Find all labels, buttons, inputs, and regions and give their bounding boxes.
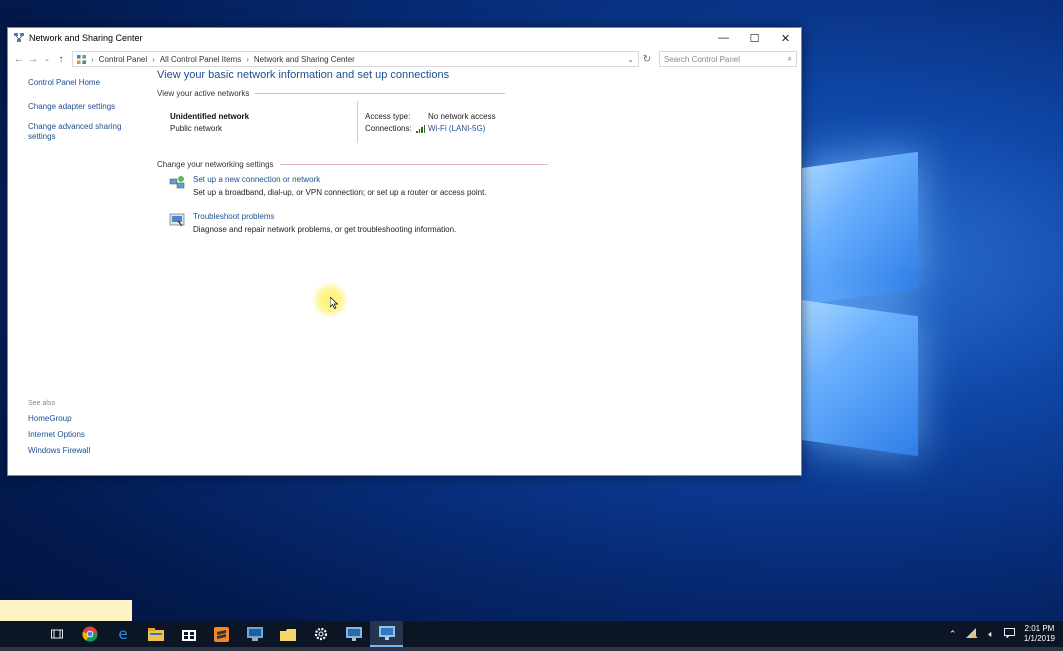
windows-firewall-link[interactable]: Windows Firewall xyxy=(28,446,90,455)
breadcrumb-control-panel[interactable]: Control Panel xyxy=(99,55,147,64)
forward-arrow-icon[interactable]: → xyxy=(26,54,40,65)
clock-date: 1/1/2019 xyxy=(1023,634,1055,643)
main-panel: View your basic network information and … xyxy=(157,69,787,247)
minimize-button[interactable]: — xyxy=(708,28,739,48)
access-type-label: Access type: xyxy=(365,112,411,121)
refresh-icon[interactable]: ↻ xyxy=(639,54,655,65)
active-networks-label: View your active networks xyxy=(157,89,250,98)
homegroup-link[interactable]: HomeGroup xyxy=(28,414,90,423)
volume-icon[interactable]: 🔈︎ xyxy=(988,629,993,640)
breadcrumb-network-center[interactable]: Network and Sharing Center xyxy=(254,55,355,64)
setup-connection-task: Set up a new connection or network Set u… xyxy=(157,173,787,210)
troubleshoot-task: Troubleshoot problems Diagnose and repai… xyxy=(157,210,787,247)
taskbar-clock[interactable]: 2:01 PM 1/1/2019 xyxy=(1024,624,1055,644)
sublime-text-icon[interactable] xyxy=(205,621,238,647)
troubleshoot-icon xyxy=(169,213,185,227)
address-bar[interactable]: › Control Panel › All Control Panel Item… xyxy=(72,51,639,67)
network-warning-icon[interactable] xyxy=(966,628,978,640)
task-view-icon[interactable] xyxy=(40,621,73,647)
up-arrow-icon[interactable]: ↑ xyxy=(54,54,68,65)
mouse-cursor-icon xyxy=(330,297,338,309)
control-panel-taskbar-icon[interactable] xyxy=(370,621,403,647)
access-type-value: No network access xyxy=(428,112,496,121)
setup-connection-link[interactable]: Set up a new connection or network xyxy=(193,175,320,184)
left-nav: Control Panel Home Change adapter settin… xyxy=(28,78,138,152)
notification-icon[interactable] xyxy=(1003,628,1015,640)
troubleshoot-link[interactable]: Troubleshoot problems xyxy=(193,212,275,221)
network-type: Public network xyxy=(170,124,223,133)
remote-desktop-icon[interactable] xyxy=(337,621,370,647)
crumb-separator-icon: › xyxy=(152,54,155,64)
setup-connection-desc: Set up a broadband, dial-up, or VPN conn… xyxy=(193,188,487,197)
search-input[interactable]: Search Control Panel ⌕ xyxy=(659,51,797,67)
network-sharing-window: Network and Sharing Center — ☐ ✕ ← → ⌄ ↑… xyxy=(7,27,802,476)
folder-icon[interactable] xyxy=(271,621,304,647)
network-app-icon[interactable] xyxy=(238,621,271,647)
divider xyxy=(357,101,358,143)
svg-text:e: e xyxy=(118,626,127,642)
change-settings-label: Change your networking settings xyxy=(157,160,274,169)
wifi-connection-link[interactable]: Wi-Fi (LANI-5G) xyxy=(416,124,485,133)
internet-options-link[interactable]: Internet Options xyxy=(28,430,90,439)
logo-pane-bottom xyxy=(800,299,918,457)
title-bar[interactable]: Network and Sharing Center — ☐ ✕ xyxy=(8,28,801,48)
recent-chevron-icon[interactable]: ⌄ xyxy=(40,55,54,63)
back-arrow-icon[interactable]: ← xyxy=(12,54,26,65)
tray-chevron-icon[interactable]: ⌃ xyxy=(949,629,957,640)
connections-label: Connections: xyxy=(365,124,412,133)
new-connection-icon xyxy=(169,176,185,189)
logo-pane-top xyxy=(800,151,918,306)
content-area: Control Panel Home Change adapter settin… xyxy=(8,69,801,472)
settings-gear-icon[interactable] xyxy=(304,621,337,647)
maximize-button[interactable]: ☐ xyxy=(739,28,770,48)
active-networks-section: View your active networks xyxy=(157,89,787,98)
control-panel-home-link[interactable]: Control Panel Home xyxy=(28,78,138,88)
change-advanced-sharing-link[interactable]: Change advanced sharing settings xyxy=(28,122,138,142)
change-adapter-settings-link[interactable]: Change adapter settings xyxy=(28,102,138,112)
tooltip-strip xyxy=(0,600,132,621)
troubleshoot-desc: Diagnose and repair network problems, or… xyxy=(193,225,457,234)
network-name: Unidentified network xyxy=(170,112,250,121)
window-title: Network and Sharing Center xyxy=(29,33,143,43)
network-center-icon xyxy=(14,33,24,42)
store-icon[interactable] xyxy=(172,621,205,647)
edge-icon[interactable]: e xyxy=(106,621,139,647)
divider xyxy=(279,164,548,165)
active-network-card: Unidentified network Public network Acce… xyxy=(157,98,787,150)
bottom-strip xyxy=(0,647,1063,651)
page-title: View your basic network information and … xyxy=(157,69,450,81)
system-tray: ⌃ 🔈︎ 2:01 PM 1/1/2019 xyxy=(944,624,1063,644)
wifi-connection-name: Wi-Fi (LANI-5G) xyxy=(428,124,486,133)
search-placeholder: Search Control Panel xyxy=(664,54,741,64)
wifi-signal-icon xyxy=(416,124,425,133)
address-row: ← → ⌄ ↑ › Control Panel › All Control Pa… xyxy=(8,48,801,70)
change-settings-section: Change your networking settings xyxy=(157,160,787,169)
divider xyxy=(255,93,506,94)
file-explorer-icon[interactable] xyxy=(139,621,172,647)
address-dropdown-chevron-icon[interactable]: ⌄ xyxy=(627,55,634,64)
chrome-icon[interactable] xyxy=(73,621,106,647)
search-icon[interactable]: ⌕ xyxy=(788,54,792,64)
see-also-label: See also xyxy=(28,400,56,407)
windows-logo-wallpaper xyxy=(800,140,1060,470)
crumb-separator-icon: › xyxy=(91,54,94,64)
taskbar: e ⌃ 🔈︎ 2:01 PM 1/1/2019 xyxy=(0,621,1063,647)
clock-time: 2:01 PM xyxy=(1024,624,1055,633)
close-button[interactable]: ✕ xyxy=(770,28,801,48)
see-also-list: HomeGroup Internet Options Windows Firew… xyxy=(28,414,90,462)
breadcrumb-all-items[interactable]: All Control Panel Items xyxy=(160,55,241,64)
crumb-separator-icon: › xyxy=(246,54,249,64)
control-panel-icon xyxy=(77,54,86,64)
